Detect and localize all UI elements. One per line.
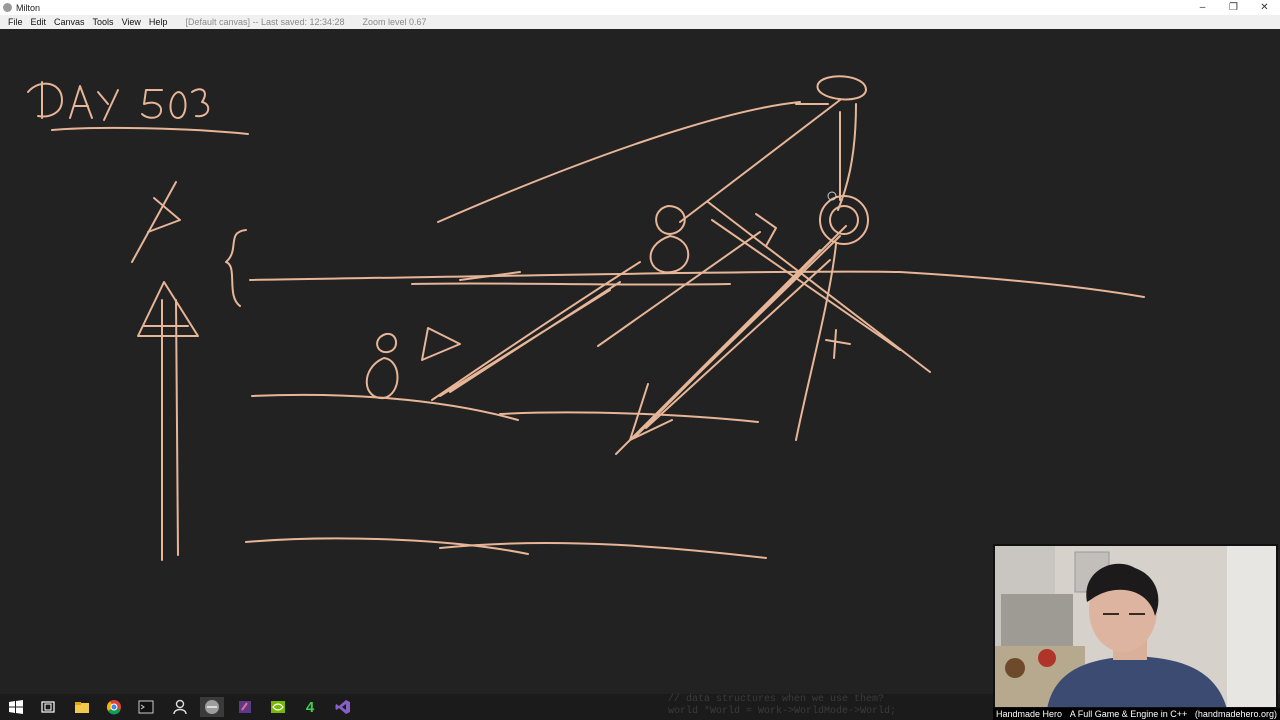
- background-code-line-2: world *World = Work->WorldMode->World;: [668, 706, 897, 717]
- nvidia-icon[interactable]: [266, 697, 290, 717]
- caption-tagline: A Full Game & Engine in C++: [1069, 709, 1188, 719]
- file-explorer-icon[interactable]: [70, 697, 94, 717]
- stroke-diagonal-cross: [707, 201, 931, 373]
- zoom-level: Zoom level 0.67: [362, 17, 427, 27]
- visual-studio-icon[interactable]: [331, 697, 355, 717]
- caption-show-name: Handmade Hero: [996, 709, 1063, 719]
- stroke-letter-d: [27, 81, 63, 119]
- stream-caption-bar: Handmade Hero A Full Game & Engine in C+…: [993, 708, 1280, 720]
- menu-canvas[interactable]: Canvas: [54, 17, 85, 27]
- stroke-vertical-from-eye: [837, 103, 857, 211]
- webcam-door: [1227, 546, 1276, 707]
- stroke-ground-2: [499, 411, 759, 423]
- stroke-figure-eight-mid: [649, 205, 690, 274]
- stroke-diagonal-thin: [597, 231, 761, 347]
- stroke-arrow-line: [131, 181, 177, 263]
- stroke-eye-lower-inner: [829, 205, 859, 235]
- stroke-view-ray-left: [437, 101, 829, 223]
- menu-tools[interactable]: Tools: [93, 17, 114, 27]
- terminal-icon[interactable]: [134, 697, 158, 717]
- stroke-small-triangle: [421, 327, 461, 361]
- stroke-eye-top: [816, 75, 867, 101]
- minimize-button[interactable]: –: [1187, 0, 1218, 15]
- stroke-view-ray-center: [679, 99, 841, 223]
- background-code-line-1: // data structures when we use them?: [668, 694, 885, 705]
- menu-view[interactable]: View: [122, 17, 141, 27]
- stroke-vertical-arrow-head: [137, 281, 199, 337]
- canvas-save-status: [Default canvas] -- Last saved: 12:34:28: [185, 17, 345, 27]
- sketch-strokes: [27, 75, 1145, 561]
- milton-icon[interactable]: [200, 697, 224, 717]
- stroke-letter-y: [97, 89, 119, 121]
- stroke-digit-5: [141, 89, 163, 119]
- webcam-red-mug: [1038, 649, 1056, 667]
- chrome-icon[interactable]: [102, 697, 126, 717]
- title-bar: Milton – ❐ ✕: [0, 0, 1280, 15]
- webcam-overlay: [993, 544, 1278, 709]
- windows-start-icon[interactable]: [4, 697, 28, 717]
- milton-app-icon: [3, 3, 12, 12]
- stroke-digit-0: [169, 91, 187, 119]
- window-title: Milton: [16, 2, 41, 13]
- stroke-plus-mark: [825, 329, 851, 359]
- webcam-shelf-equipment: [1001, 594, 1073, 648]
- paint-icon[interactable]: [233, 697, 257, 717]
- stroke-eye-lower-outer: [819, 195, 869, 245]
- stroke-digit-3: [191, 88, 210, 118]
- stroke-vertical-arrow-shaft: [161, 299, 179, 561]
- stroke-letter-a: [69, 85, 93, 119]
- 4coder-icon[interactable]: 4: [298, 697, 322, 717]
- stroke-figure-eight-left: [365, 332, 399, 400]
- menu-help[interactable]: Help: [149, 17, 168, 27]
- stroke-title-underline: [51, 126, 249, 135]
- caption-website: (handmadehero.org): [1194, 709, 1277, 719]
- user-icon[interactable]: [168, 697, 192, 717]
- webcam-owl-figure: [1005, 658, 1025, 678]
- menu-file[interactable]: File: [8, 17, 23, 27]
- menu-bar: File Edit Canvas Tools View Help [Defaul…: [0, 15, 1280, 29]
- stroke-ground-3: [245, 537, 767, 559]
- restore-button[interactable]: ❐: [1218, 0, 1249, 15]
- stroke-brace: [225, 229, 247, 307]
- menu-edit[interactable]: Edit: [31, 17, 47, 27]
- task-view-icon[interactable]: [36, 697, 60, 717]
- close-button[interactable]: ✕: [1249, 0, 1280, 15]
- stroke-diagonal-arrowhead: [629, 383, 673, 441]
